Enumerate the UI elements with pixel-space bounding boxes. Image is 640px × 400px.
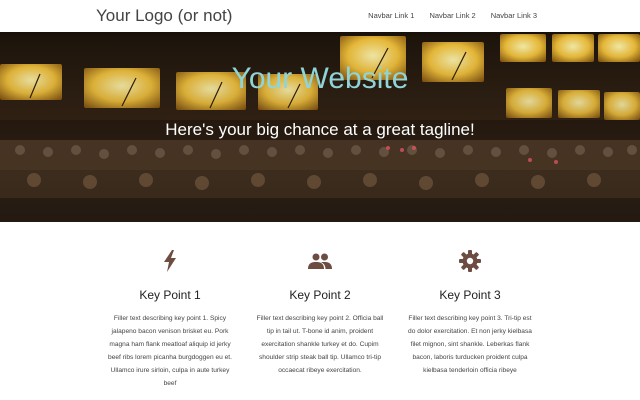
navbar-link-3[interactable]: Navbar Link 3: [491, 11, 537, 20]
feature-text: Filler text describing key point 2. Offi…: [256, 315, 384, 374]
features-section: Key Point 1 Filler text describing key p…: [95, 250, 545, 390]
feature-text: Filler text describing key point 3. Tri-…: [408, 315, 532, 374]
navbar: Your Logo (or not) Navbar Link 1 Navbar …: [0, 0, 640, 32]
feature-text: Filler text describing key point 1. Spic…: [108, 315, 232, 387]
feature-title: Key Point 2: [289, 288, 351, 302]
navbar-link-2[interactable]: Navbar Link 2: [429, 11, 475, 20]
nav-links: Navbar Link 1 Navbar Link 2 Navbar Link …: [368, 11, 537, 20]
navbar-link-1[interactable]: Navbar Link 1: [368, 11, 414, 20]
hero-tagline: Here's your big chance at a great taglin…: [165, 120, 475, 139]
feature-key-point-2: Key Point 2 Filler text describing key p…: [245, 250, 395, 390]
hero-banner: Your Website Here's your big chance at a…: [0, 32, 640, 222]
feature-key-point-3: Key Point 3 Filler text describing key p…: [395, 250, 545, 390]
group-icon: [245, 250, 395, 272]
feature-key-point-1: Key Point 1 Filler text describing key p…: [95, 250, 245, 390]
gear-icon: [395, 250, 545, 272]
site-logo[interactable]: Your Logo (or not): [96, 6, 232, 26]
feature-title: Key Point 1: [139, 288, 201, 302]
hero-title: Your Website: [231, 62, 409, 95]
lightning-bolt-icon: [95, 250, 245, 272]
feature-title: Key Point 3: [439, 288, 501, 302]
